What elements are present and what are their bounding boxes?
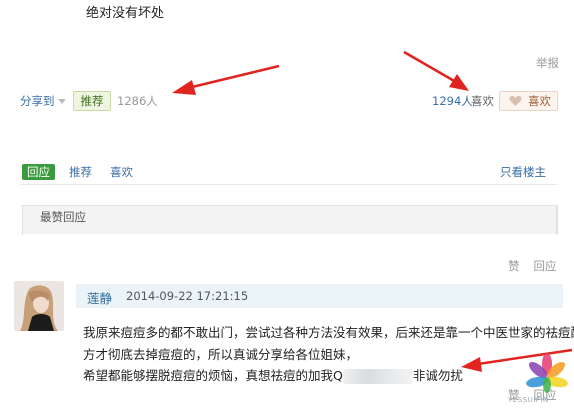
red-arrow-icon	[403, 50, 469, 91]
comment-actions-top: 赞回应	[508, 258, 557, 274]
divider	[556, 205, 557, 235]
comment-text-line: 方才彻底去掉痘痘的，所以真诚分享给各位姐妹，	[83, 347, 359, 362]
comment-username[interactable]: 莲静	[87, 288, 112, 307]
blurred-contact	[342, 369, 413, 384]
comment-text-line: 希望都能够摆脱痘痘的烦恼，真想祛痘的加我Q 非诚勿扰	[83, 365, 463, 384]
flower-logo-icon	[526, 353, 568, 393]
tab-reply[interactable]: 回应	[22, 164, 55, 180]
tab-like[interactable]: 喜欢	[110, 164, 133, 180]
tab-bar	[20, 158, 557, 185]
owner-only-link[interactable]: 只看楼主	[500, 164, 546, 180]
avatar[interactable]	[14, 281, 64, 331]
tab-recommend[interactable]: 推荐	[69, 164, 92, 180]
comment-timestamp: 2014-09-22 17:21:15	[126, 289, 249, 303]
avatar-image	[14, 281, 64, 331]
like-link[interactable]: 赞	[508, 259, 520, 273]
comment-text: 非诚勿扰	[412, 368, 463, 383]
red-arrow-icon	[172, 64, 280, 95]
best-replies-label: 最赞回应	[40, 210, 86, 224]
divider	[22, 205, 23, 235]
comment-text: 希望都能够摆脱痘痘的烦恼，真想祛痘的加我Q	[83, 368, 343, 383]
comment-text-line: 我原来痘痘多的都不敢出门，尝试过各种方法没有效果，后来还是靠一个中医世家的祛痘配	[83, 325, 574, 340]
reply-link[interactable]: 回应	[534, 259, 557, 273]
watermark-text: YESSUIPIN	[508, 396, 549, 404]
best-replies-header	[22, 205, 558, 234]
